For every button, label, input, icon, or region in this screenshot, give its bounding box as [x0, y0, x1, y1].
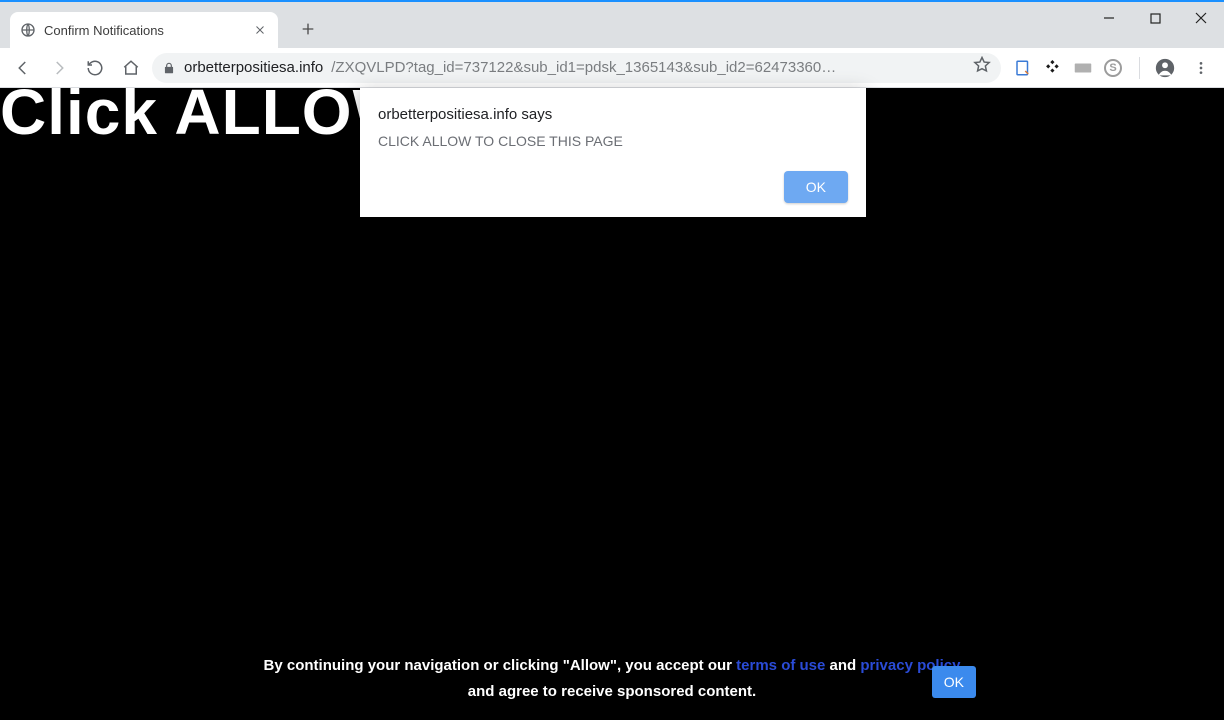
lock-icon [162, 61, 176, 75]
forward-button [44, 53, 74, 83]
dialog-ok-button[interactable]: OK [784, 171, 848, 203]
window-controls [1086, 2, 1224, 48]
maximize-button[interactable] [1132, 2, 1178, 34]
toolbar: orbetterpositiesa.info /ZXQVLPD?tag_id=7… [0, 48, 1224, 88]
footer-prefix: By continuing your navigation or clickin… [264, 657, 737, 674]
javascript-alert-dialog: orbetterpositiesa.info says CLICK ALLOW … [360, 88, 866, 217]
menu-button[interactable] [1186, 53, 1216, 83]
home-button[interactable] [116, 53, 146, 83]
footer-ok-button[interactable]: OK [932, 666, 976, 698]
close-icon[interactable] [252, 22, 268, 38]
new-tab-button[interactable] [294, 15, 322, 43]
footer-and: and [825, 657, 860, 674]
profile-button[interactable] [1150, 53, 1180, 83]
extension-icon-1[interactable] [1013, 58, 1033, 78]
extension-icon-3[interactable] [1073, 58, 1093, 78]
url-path: /ZXQVLPD?tag_id=737122&sub_id1=pdsk_1365… [331, 59, 965, 76]
back-button[interactable] [8, 53, 38, 83]
extension-icon-2[interactable] [1043, 58, 1063, 78]
tab-title: Confirm Notifications [44, 23, 244, 38]
bookmark-star-icon[interactable] [973, 56, 991, 79]
minimize-button[interactable] [1086, 2, 1132, 34]
globe-icon [20, 22, 36, 38]
toolbar-separator [1139, 57, 1140, 79]
dialog-title: orbetterpositiesa.info says [378, 106, 848, 123]
window-close-button[interactable] [1178, 2, 1224, 34]
extension-icon-4[interactable]: S [1103, 58, 1123, 78]
terms-of-use-link[interactable]: terms of use [736, 657, 825, 674]
tab-strip: Confirm Notifications [0, 2, 1224, 48]
reload-button[interactable] [80, 53, 110, 83]
footer-text: By continuing your navigation or clickin… [0, 653, 1224, 704]
address-bar[interactable]: orbetterpositiesa.info /ZXQVLPD?tag_id=7… [152, 53, 1001, 83]
extensions-group: S [1013, 58, 1123, 78]
url-domain: orbetterpositiesa.info [184, 59, 323, 76]
dialog-body: CLICK ALLOW TO CLOSE THIS PAGE [378, 133, 848, 149]
footer-line2: and agree to receive sponsored content. [468, 683, 756, 700]
browser-tab[interactable]: Confirm Notifications [10, 12, 278, 48]
